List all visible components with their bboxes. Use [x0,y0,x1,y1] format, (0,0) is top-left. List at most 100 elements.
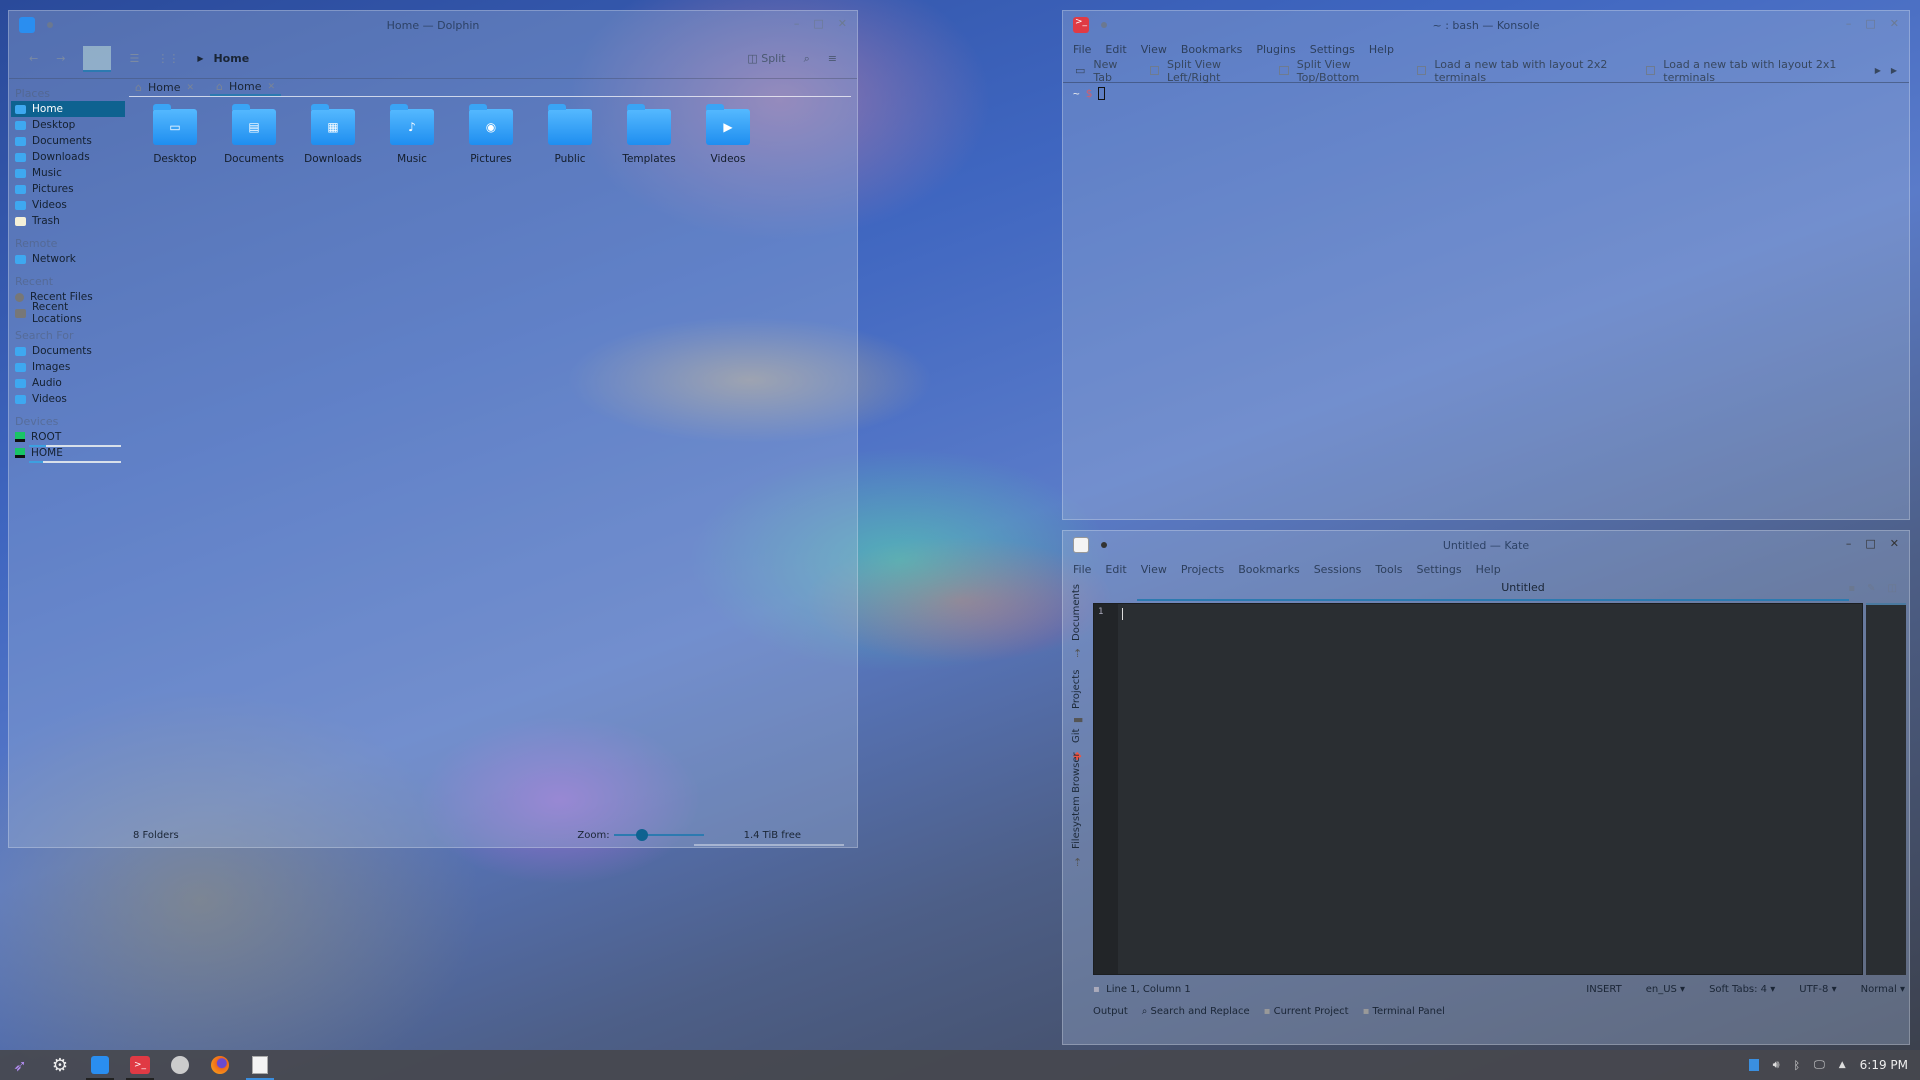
close-button[interactable]: ✕ [1890,17,1899,30]
place-downloads[interactable]: Downloads [11,149,125,165]
zoom-slider[interactable] [613,829,704,841]
sidebar-tab-documents[interactable]: Documents [1071,584,1082,641]
device-root[interactable]: ROOT [11,429,125,447]
indent-select[interactable]: Soft Tabs: 4 ▾ [1709,984,1775,995]
back-button[interactable]: ← [29,52,38,65]
taskbar-kate[interactable] [240,1050,280,1080]
search-videos[interactable]: Videos [11,391,125,407]
quick-open-icon[interactable]: ✎ [1867,583,1875,594]
clipboard-icon[interactable] [1748,1059,1759,1071]
minimize-button[interactable]: – [1846,17,1852,30]
pin-icon[interactable] [1101,542,1107,548]
kate-titlebar[interactable]: Untitled — Kate – □ ✕ [1063,531,1909,559]
compact-view-button[interactable]: ☰ [129,52,139,65]
toolbar-overflow-icon[interactable]: ▶ [1875,66,1881,75]
konsole-titlebar[interactable]: >_ ~ : bash — Konsole – □ ✕ [1063,11,1909,39]
dolphin-titlebar[interactable]: Home — Dolphin – □ ✕ [9,11,857,39]
menu-projects[interactable]: Projects [1181,563,1224,576]
panel-terminal[interactable]: ▪ Terminal Panel [1363,1006,1445,1017]
input-mode-select[interactable]: Normal ▾ [1861,984,1905,995]
menu-settings[interactable]: Settings [1310,43,1355,56]
tab-close-icon[interactable]: ▪ [1848,583,1855,594]
layout-2x1-button[interactable]: Load a new tab with layout 2x1 terminals [1645,58,1855,84]
menu-help[interactable]: Help [1476,563,1501,576]
folder-public[interactable]: Public [544,104,596,165]
close-tab-icon[interactable]: ✕ [186,83,194,93]
split-view-icon[interactable]: ◫ [1888,583,1897,594]
folder-documents[interactable]: ▤ Documents [224,104,284,165]
breadcrumb-home[interactable]: Home [213,52,249,65]
toolbar-more-icon[interactable]: ▶ [1891,66,1897,75]
layout-2x2-button[interactable]: Load a new tab with layout 2x2 terminals [1416,58,1626,84]
minimize-button[interactable]: – [794,17,800,30]
device-home[interactable]: HOME [11,445,125,463]
place-trash[interactable]: Trash [11,213,125,229]
menu-settings[interactable]: Settings [1417,563,1462,576]
menu-edit[interactable]: Edit [1105,43,1126,56]
zoom-slider-handle[interactable] [636,829,649,841]
place-documents[interactable]: Documents [11,133,125,149]
menu-view[interactable]: View [1141,563,1167,576]
encoding-select[interactable]: UTF-8 ▾ [1799,984,1836,995]
taskbar-system-settings[interactable]: ⚙ [40,1050,80,1080]
search-button[interactable]: ⌕ [804,52,810,66]
panel-output[interactable]: Output [1093,1006,1128,1017]
folder-desktop[interactable]: ▭ Desktop [149,104,201,165]
taskbar-dolphin[interactable] [80,1050,120,1080]
place-videos[interactable]: Videos [11,197,125,213]
taskbar-steam[interactable] [160,1050,200,1080]
sidebar-tab-projects[interactable]: Projects [1071,670,1082,709]
folder-videos[interactable]: ▶ Videos [702,104,754,165]
bluetooth-icon[interactable]: ᛒ [1794,1059,1801,1072]
place-desktop[interactable]: Desktop [11,117,125,133]
menu-help[interactable]: Help [1369,43,1394,56]
details-view-button[interactable]: ⋮⋮ [157,52,179,65]
search-audio[interactable]: Audio [11,375,125,391]
split-left-right-button[interactable]: Split View Left/Right [1149,58,1260,84]
folder-downloads[interactable]: ▦ Downloads [304,104,362,165]
taskbar-launcher[interactable]: ➶ [0,1050,40,1080]
search-images[interactable]: Images [11,359,125,375]
place-recent-locations[interactable]: Recent Locations [11,301,125,325]
icons-view-button[interactable] [83,45,112,72]
dictionary-select[interactable]: en_US ▾ [1646,984,1685,995]
minimize-button[interactable]: – [1846,537,1852,550]
hamburger-menu-button[interactable]: ≡ [828,52,837,65]
split-button[interactable]: ◫ Split [747,52,785,65]
menu-sessions[interactable]: Sessions [1314,563,1362,576]
taskbar-firefox[interactable] [200,1050,240,1080]
menu-bookmarks[interactable]: Bookmarks [1238,563,1299,576]
menu-tools[interactable]: Tools [1375,563,1402,576]
menu-file[interactable]: File [1073,563,1091,576]
maximize-button[interactable]: □ [1865,17,1875,30]
pin-icon[interactable] [1101,22,1107,28]
maximize-button[interactable]: □ [813,17,823,30]
minimap[interactable] [1866,603,1906,975]
terminal[interactable]: ~ $ [1063,83,1909,104]
close-button[interactable]: ✕ [1890,537,1899,550]
sidebar-tab-filesystem-browser[interactable]: Filesystem Browser [1071,752,1082,849]
clock[interactable]: 6:19 PM [1860,1058,1908,1072]
forward-button[interactable]: → [56,52,65,65]
edit-mode[interactable]: INSERT [1586,984,1621,995]
folder-music[interactable]: ♪ Music [386,104,438,165]
network-icon[interactable]: 🖵︎ [1814,1058,1825,1072]
tab-untitled[interactable]: Untitled [1137,581,1909,601]
folder-templates[interactable]: Templates [622,104,676,165]
panel-current-project[interactable]: ▪ Current Project [1264,1006,1349,1017]
taskbar-konsole[interactable]: >_ [120,1050,160,1080]
menu-view[interactable]: View [1141,43,1167,56]
volume-icon[interactable]: 🔊︎ [1773,1058,1780,1072]
maximize-button[interactable]: □ [1865,537,1875,550]
close-tab-icon[interactable]: ✕ [267,82,275,92]
cursor-position[interactable]: ▪ Line 1, Column 1 [1093,984,1191,995]
tab-home-2[interactable]: ⌂ Home ✕ [210,79,282,96]
close-button[interactable]: ✕ [838,17,847,30]
pin-icon[interactable] [47,22,53,28]
menu-file[interactable]: File [1073,43,1091,56]
place-pictures[interactable]: Pictures [11,181,125,197]
tab-home-1[interactable]: ⌂ Home ✕ [129,79,200,96]
folder-pictures[interactable]: ◉ Pictures [465,104,517,165]
place-music[interactable]: Music [11,165,125,181]
panel-search-replace[interactable]: ⌕ Search and Replace [1142,1006,1250,1017]
